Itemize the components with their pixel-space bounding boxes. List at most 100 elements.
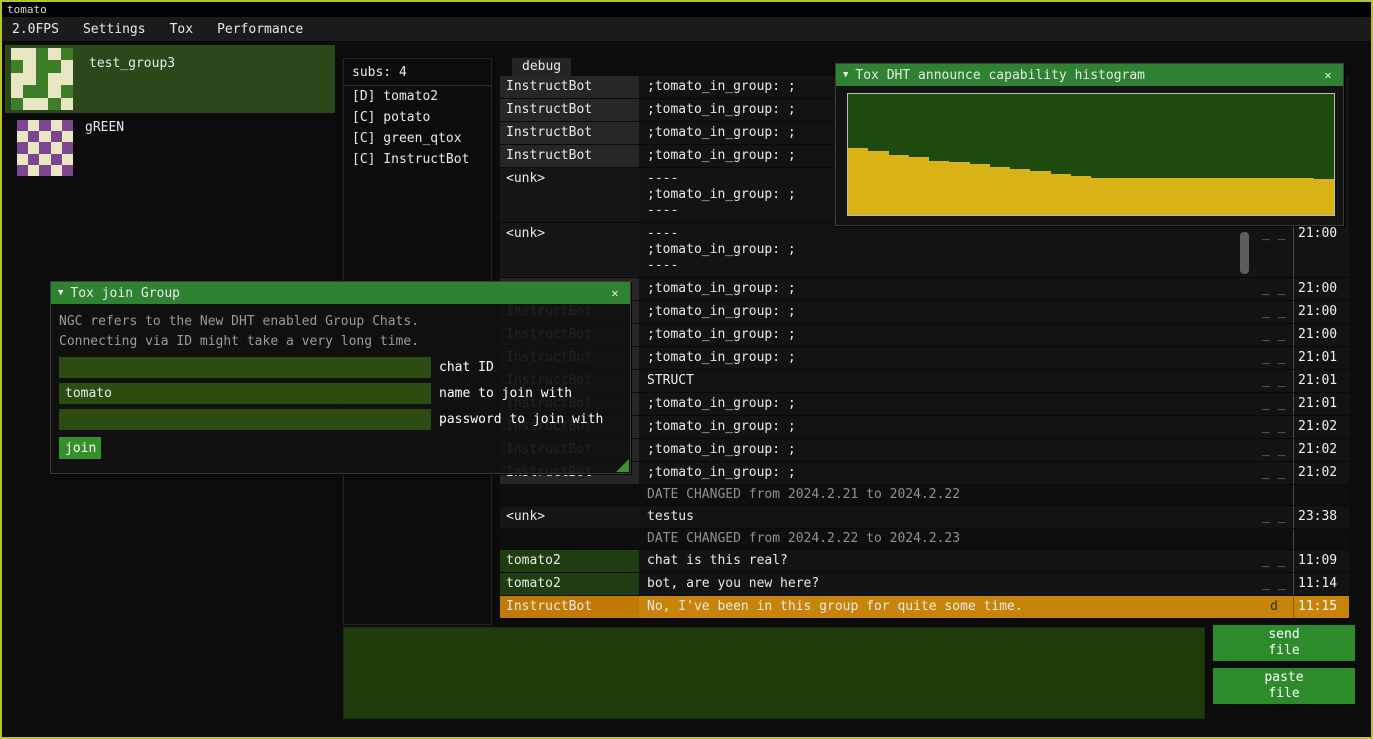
sender-name (500, 529, 639, 549)
message-line: DATE CHANGED from 2024.2.22 to 2024.2.23 (647, 531, 1247, 547)
sender-name[interactable]: InstructBot (500, 122, 639, 144)
group-item-test_group3[interactable]: test_group3 (5, 45, 335, 113)
message-line: ;tomato_in_group: ; (647, 419, 1247, 435)
histogram-bar (1294, 178, 1314, 216)
status-marks: _ _ (1255, 370, 1293, 392)
sender-name[interactable]: <unk> (500, 506, 639, 528)
sender-name[interactable]: tomato2 (500, 550, 639, 572)
message-row[interactable]: tomato2 chat is this real? _ _11:09 (500, 550, 1349, 573)
resize-grip-icon[interactable] (616, 459, 629, 472)
message-row[interactable]: <unk>testus_ _23:38 (500, 506, 1349, 529)
histogram-bar (1192, 178, 1212, 216)
avatar-pixel (11, 98, 23, 110)
menubar: 2.0FPS Settings Tox Performance (2, 17, 1371, 42)
avatar-pixel (51, 154, 62, 165)
message-text: ;tomato_in_group: ; (639, 278, 1255, 300)
sender-name[interactable]: InstructBot (500, 596, 639, 618)
histogram-bar (949, 162, 969, 215)
sender-name[interactable]: InstructBot (500, 145, 639, 167)
join-window-body: NGC refers to the New DHT enabled Group … (51, 304, 630, 467)
avatar-pixel (36, 48, 48, 60)
member-item[interactable]: [C] green_qtox (344, 128, 491, 149)
member-item[interactable]: [D] tomato2 (344, 86, 491, 107)
member-item[interactable]: [C] InstructBot (344, 149, 491, 170)
menu-item-settings[interactable]: Settings (83, 22, 146, 37)
window-titlebar[interactable]: tomato (2, 2, 1371, 17)
avatar-pixel (17, 120, 28, 131)
avatar-pixel (23, 98, 35, 110)
message-row[interactable]: tomato2bot, are you new here?_ _11:14 (500, 573, 1349, 596)
sender-name[interactable]: <unk> (500, 223, 639, 277)
avatar-pixel (62, 154, 73, 165)
avatar-pixel (39, 131, 50, 142)
message-row[interactable]: <unk>----;tomato_in_group: ;----_ _21:00 (500, 223, 1349, 278)
sender-name[interactable]: <unk> (500, 168, 639, 222)
send-file-button[interactable]: send file (1213, 625, 1355, 661)
avatar-pixel (62, 142, 73, 153)
avatar-pixel (62, 131, 73, 142)
join-info-line: NGC refers to the New DHT enabled Group … (59, 312, 622, 332)
message-line: ;tomato_in_group: ; (647, 442, 1247, 458)
message-line: DATE CHANGED from 2024.2.21 to 2024.2.22 (647, 487, 1247, 503)
status-marks: _ _ (1255, 223, 1293, 277)
message-line: ;tomato_in_group: ; (647, 281, 1247, 297)
message-text: ;tomato_in_group: ; (639, 324, 1255, 346)
status-marks: _ _ (1255, 550, 1293, 572)
histogram-bar (929, 161, 949, 215)
join-name-label: name to join with (439, 386, 572, 401)
sender-name[interactable]: InstructBot (500, 99, 639, 121)
date-row[interactable]: DATE CHANGED from 2024.2.21 to 2024.2.22 (500, 485, 1349, 506)
histogram-body (836, 86, 1343, 225)
close-icon[interactable]: ✕ (1320, 68, 1336, 82)
fps-counter: 2.0FPS (12, 22, 59, 37)
status-marks: _ _ (1255, 393, 1293, 415)
chat-scrollbar-thumb[interactable] (1240, 232, 1249, 274)
join-password-input[interactable] (59, 409, 431, 430)
message-input[interactable] (343, 627, 1205, 719)
close-icon[interactable]: ✕ (607, 286, 623, 300)
sender-name[interactable]: tomato2 (500, 573, 639, 595)
chat-id-input[interactable] (59, 357, 431, 378)
histogram-bar (1213, 178, 1233, 216)
member-list: [D] tomato2[C] potato[C] green_qtox[C] I… (344, 86, 491, 170)
message-line: ;tomato_in_group: ; (647, 304, 1247, 320)
message-row[interactable]: InstructBotNo, I've been in this group f… (500, 596, 1349, 619)
join-window-titlebar[interactable]: ▼ Tox join Group ✕ (51, 282, 630, 304)
histogram-bar (1030, 171, 1050, 215)
join-name-input[interactable] (59, 383, 431, 404)
paste-file-button[interactable]: paste file (1213, 668, 1355, 704)
group-item-gREEN[interactable]: gREEN (5, 113, 335, 181)
timestamp: 11:09 (1293, 550, 1349, 572)
avatar-pixel (28, 131, 39, 142)
histogram-bar (1111, 178, 1131, 216)
status-marks (1255, 485, 1293, 505)
histogram-window-titlebar[interactable]: ▼ Tox DHT announce capability histogram … (836, 64, 1343, 86)
sender-name[interactable]: InstructBot (500, 76, 639, 98)
join-button[interactable]: join (59, 437, 101, 459)
timestamp: 21:00 (1293, 278, 1349, 300)
status-marks: _ _ (1255, 439, 1293, 461)
tab-debug[interactable]: debug (512, 58, 571, 76)
histogram-bar (1071, 176, 1091, 215)
message-line: chat is this real? (647, 553, 1247, 569)
avatar-pixel (61, 98, 73, 110)
avatar-pixel (36, 98, 48, 110)
member-item[interactable]: [C] potato (344, 107, 491, 128)
collapse-arrow-icon[interactable]: ▼ (843, 70, 848, 80)
status-marks (1255, 529, 1293, 549)
status-marks: _ _ (1255, 506, 1293, 528)
message-text: chat is this real? (639, 550, 1255, 572)
timestamp: 21:02 (1293, 439, 1349, 461)
status-marks: _ _ (1255, 324, 1293, 346)
histogram-bar (990, 167, 1010, 215)
collapse-arrow-icon[interactable]: ▼ (58, 288, 63, 298)
menu-item-performance[interactable]: Performance (217, 22, 303, 37)
timestamp: 21:02 (1293, 416, 1349, 438)
join-password-label: password to join with (439, 412, 603, 427)
menu-item-tox[interactable]: Tox (170, 22, 193, 37)
date-row[interactable]: DATE CHANGED from 2024.2.22 to 2024.2.23 (500, 529, 1349, 550)
histogram-bar (1051, 174, 1071, 215)
message-line: ---- (647, 258, 1247, 274)
avatar-pixel (23, 73, 35, 85)
window-title: tomato (7, 3, 47, 16)
